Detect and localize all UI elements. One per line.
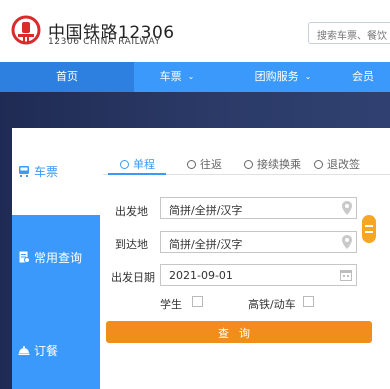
location-pin-icon xyxy=(342,201,352,215)
nav-item-label: 会员 xyxy=(352,70,374,83)
tab-round-trip[interactable]: 往返 xyxy=(187,156,222,172)
search-placeholder: 搜索车票、餐饮 xyxy=(317,31,387,42)
swap-stations-button[interactable] xyxy=(362,215,376,243)
dining-icon xyxy=(18,346,30,355)
sidebar-item-label: 车票 xyxy=(34,165,59,179)
sidebar-item-dining[interactable]: 订餐 xyxy=(12,302,100,389)
nav-item-label: 团购服务 xyxy=(254,70,299,83)
tab-one-way[interactable]: 单程 xyxy=(120,156,155,172)
booking-sidebar: 车票 常用查询 订餐 xyxy=(12,128,100,389)
nav-item-member[interactable]: 会员 xyxy=(352,62,390,92)
search-button-label: 查询 xyxy=(218,327,260,340)
location-pin-icon xyxy=(342,235,352,249)
highspeed-label: 高铁/动车 xyxy=(248,298,296,311)
one-way-icon xyxy=(120,160,129,169)
highspeed-checkbox[interactable] xyxy=(303,296,314,307)
to-station-placeholder: 简拼/全拼/汉字 xyxy=(169,238,243,251)
swap-icon xyxy=(365,225,373,227)
to-station-input[interactable]: 简拼/全拼/汉字 xyxy=(160,231,357,253)
brand-subtitle: 12306 CHINA RAILWAY xyxy=(48,37,161,47)
sidebar-item-tickets[interactable]: 车票 xyxy=(12,128,100,215)
student-checkbox[interactable] xyxy=(192,296,203,307)
sidebar-item-label: 订餐 xyxy=(34,344,59,358)
round-trip-icon xyxy=(187,160,196,169)
railway-logo-icon[interactable] xyxy=(10,14,42,46)
to-label: 到达地 xyxy=(115,238,148,251)
nav-item-label: 首页 xyxy=(56,70,78,83)
chevron-down-icon: ⌄ xyxy=(304,72,312,81)
top-header: 中国铁路12306 12306 CHINA RAILWAY 搜索车票、餐饮 xyxy=(0,0,390,62)
tab-active-indicator xyxy=(108,173,166,175)
student-label: 学生 xyxy=(160,298,182,311)
calendar-icon[interactable] xyxy=(340,269,352,281)
sidebar-item-common-query[interactable]: 常用查询 xyxy=(12,215,100,302)
refund-icon xyxy=(314,160,323,169)
date-label: 出发日期 xyxy=(111,271,155,284)
sidebar-item-label: 常用查询 xyxy=(34,251,83,265)
chevron-down-icon: ⌄ xyxy=(187,72,195,81)
tab-label: 单程 xyxy=(133,158,155,171)
document-icon xyxy=(19,251,30,263)
nav-item-group-services[interactable]: 团购服务 ⌄ xyxy=(228,62,338,92)
train-icon xyxy=(19,166,29,177)
tab-refund-change[interactable]: 退改签 xyxy=(314,156,360,172)
nav-item-tickets[interactable]: 车票 ⌄ xyxy=(134,62,220,92)
departure-date-value: 2021-09-01 xyxy=(169,269,233,282)
tab-transfer[interactable]: 接续换乘 xyxy=(244,156,301,172)
nav-item-label: 车票 xyxy=(159,70,182,83)
tab-label: 接续换乘 xyxy=(257,158,301,171)
site-search-input[interactable]: 搜索车票、餐饮 xyxy=(308,22,390,44)
from-label: 出发地 xyxy=(115,205,148,218)
nav-item-home[interactable]: 首页 xyxy=(0,62,134,92)
from-station-input[interactable]: 简拼/全拼/汉字 xyxy=(160,197,357,219)
from-station-placeholder: 简拼/全拼/汉字 xyxy=(169,204,243,217)
departure-date-input[interactable]: 2021-09-01 xyxy=(160,264,357,286)
search-button[interactable]: 查询 xyxy=(106,321,372,343)
tab-label: 往返 xyxy=(200,158,222,171)
transfer-icon xyxy=(244,160,253,169)
main-nav: 首页 车票 ⌄ 团购服务 ⌄ 会员 xyxy=(0,62,390,92)
tab-label: 退改签 xyxy=(327,158,360,171)
